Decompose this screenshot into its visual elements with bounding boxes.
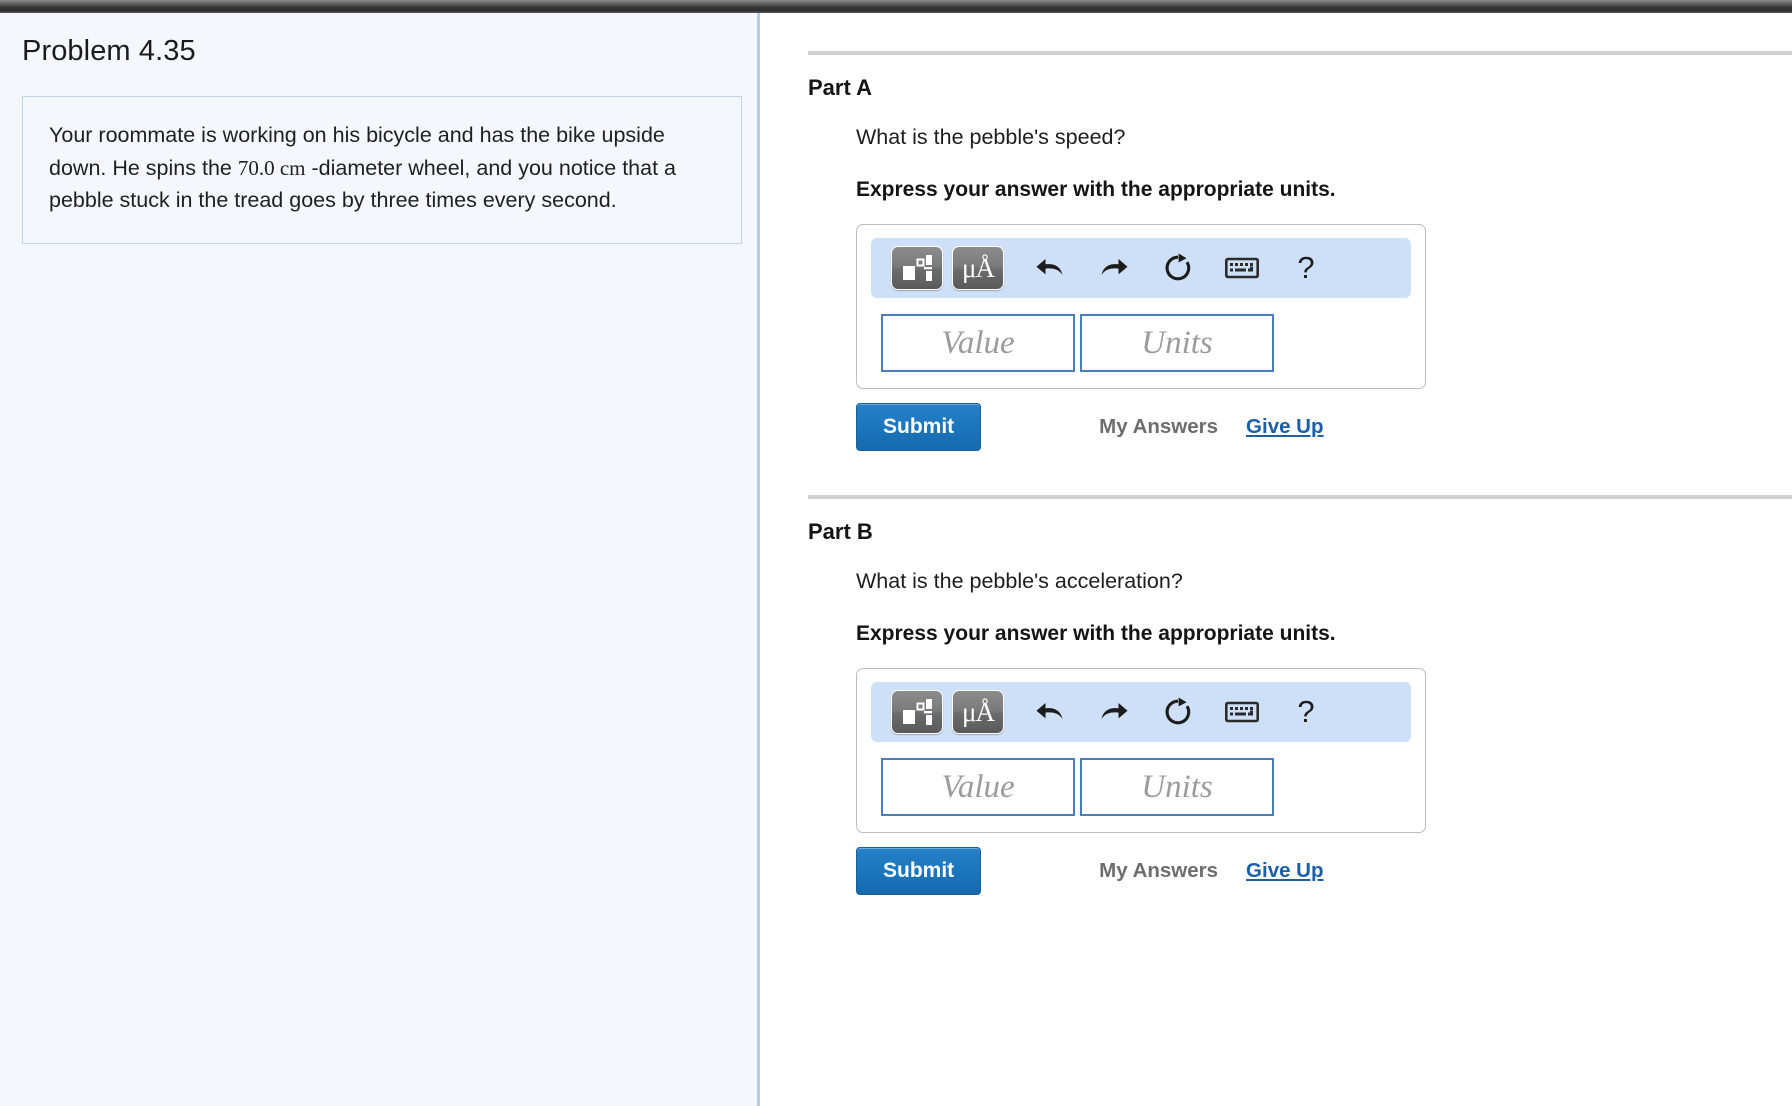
problem-panel: Problem 4.35 Your roommate is working on… [0,13,760,1106]
template-icon [903,699,932,725]
reset-button[interactable] [1151,690,1205,734]
redo-icon [1101,702,1128,719]
part-a-actions: Submit My Answers Give Up [856,403,1792,451]
part-a-my-answers-link[interactable]: My Answers [1099,415,1218,439]
help-button[interactable]: ? [1279,690,1333,734]
units-button-label: μÅ [962,696,995,727]
part-b-submit-button[interactable]: Submit [856,847,982,895]
part-b-answer-box: μÅ ? Value Units [856,668,1426,833]
undo-icon [1036,258,1063,275]
section-divider-b [808,495,1792,499]
part-b-my-answers-link[interactable]: My Answers [1099,859,1218,883]
part-b-toolbar: μÅ ? [871,682,1411,742]
part-a-units-input[interactable]: Units [1080,314,1274,372]
browser-chrome-bar [0,0,1792,13]
part-a-question: What is the pebble's speed? [856,125,1126,149]
part-a-value-input[interactable]: Value [881,314,1075,372]
keyboard-icon [1225,701,1259,723]
help-button[interactable]: ? [1279,246,1333,290]
page-root: Problem 4.35 Your roommate is working on… [0,0,1792,1106]
template-icon [903,255,932,281]
part-a-give-up-link[interactable]: Give Up [1246,415,1323,439]
part-a-submit-button[interactable]: Submit [856,403,982,451]
units-button[interactable]: μÅ [952,246,1004,290]
part-b-field-row: Value Units [871,758,1411,816]
part-b-question: What is the pebble's acceleration? [856,569,1183,593]
template-button[interactable] [891,690,943,734]
content-area: Problem 4.35 Your roommate is working on… [0,13,1792,1106]
undo-button[interactable] [1023,690,1077,734]
undo-icon [1036,702,1063,719]
statement-measurement: 70.0 cm [237,155,306,180]
template-button[interactable] [891,246,943,290]
units-button[interactable]: μÅ [952,690,1004,734]
redo-button[interactable] [1087,690,1141,734]
keyboard-button[interactable] [1215,246,1269,290]
reset-icon [1165,697,1191,725]
keyboard-icon [1225,257,1259,279]
keyboard-button[interactable] [1215,690,1269,734]
part-a-answer-box: μÅ ? Value Units [856,224,1426,389]
problem-statement-box: Your roommate is working on his bicycle … [22,96,742,244]
part-a-instruction: Express your answer with the appropriate… [856,178,1336,201]
section-divider-a [808,51,1792,55]
part-b-actions: Submit My Answers Give Up [856,847,1792,895]
part-b-body: What is the pebble's acceleration? Expre… [808,569,1792,895]
reset-icon [1165,253,1191,281]
part-a-toolbar: μÅ ? [871,238,1411,298]
part-b-heading: Part B [808,519,873,544]
units-button-label: μÅ [962,252,995,283]
answer-panel: Part A What is the pebble's speed? Expre… [760,13,1792,1106]
redo-icon [1101,258,1128,275]
part-a-heading: Part A [808,75,872,100]
part-b-value-input[interactable]: Value [881,758,1075,816]
problem-statement-text: Your roommate is working on his bicycle … [49,119,715,217]
part-a-field-row: Value Units [871,314,1411,372]
part-b-instruction: Express your answer with the appropriate… [856,622,1336,645]
part-b-units-input[interactable]: Units [1080,758,1274,816]
page-title: Problem 4.35 [22,35,196,67]
part-b-give-up-link[interactable]: Give Up [1246,859,1323,883]
part-a-body: What is the pebble's speed? Express your… [808,125,1792,451]
undo-button[interactable] [1023,246,1077,290]
reset-button[interactable] [1151,246,1205,290]
redo-button[interactable] [1087,246,1141,290]
